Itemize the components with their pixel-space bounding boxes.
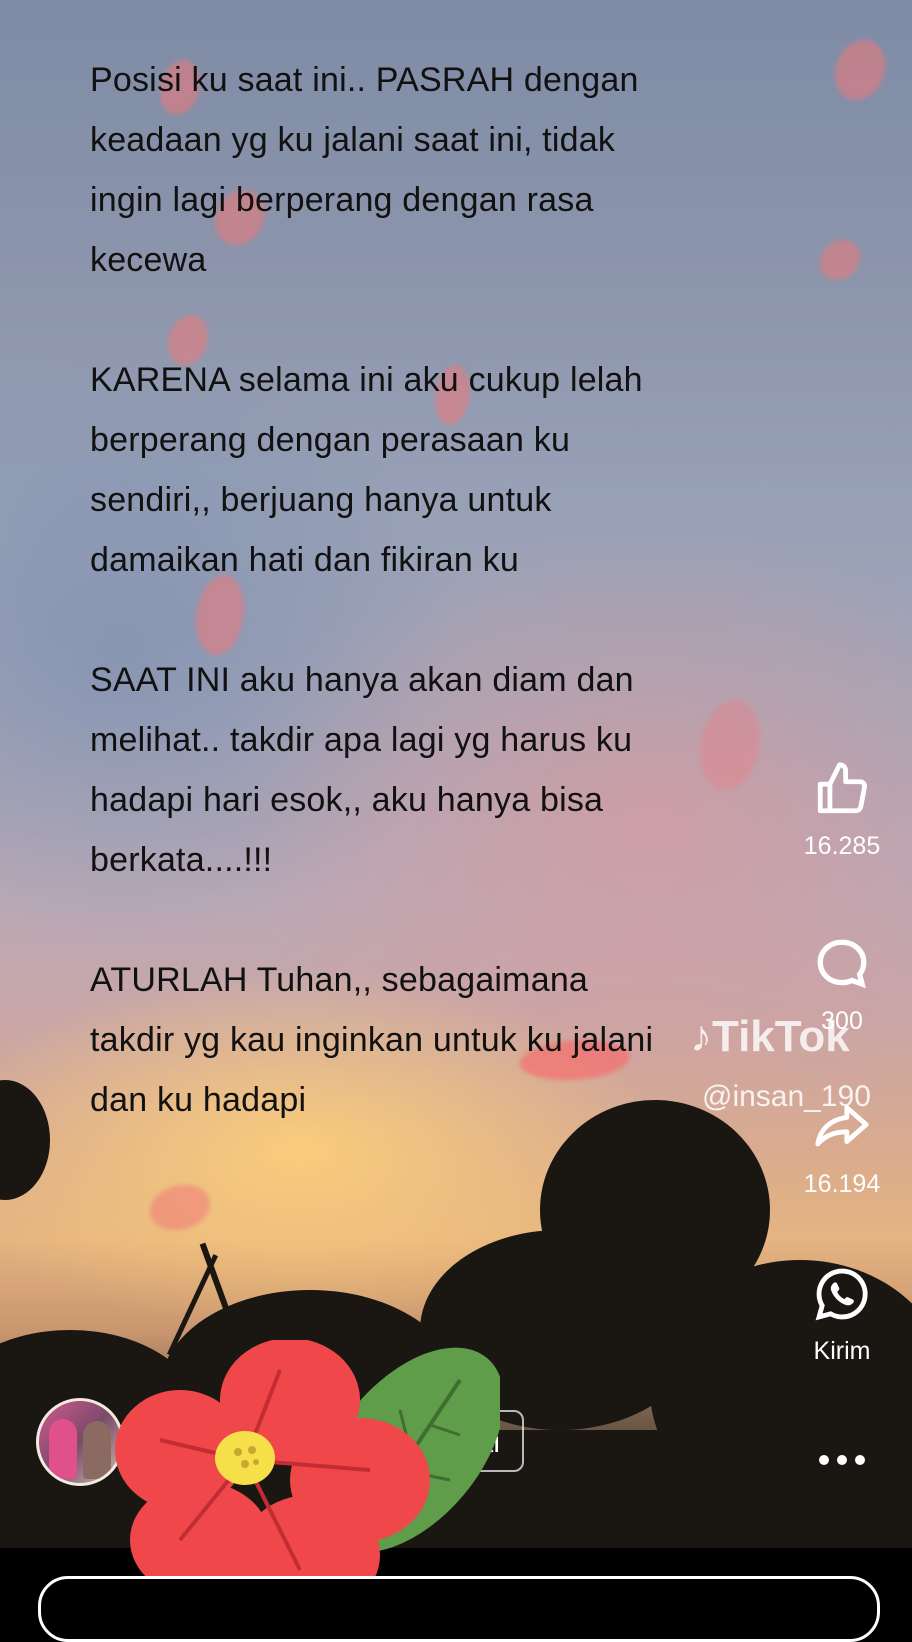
comment-action[interactable]: 300 (772, 935, 912, 1036)
share-arrow-icon[interactable] (811, 1098, 873, 1156)
text-line: KARENA selama ini aku cukup lelah (90, 361, 643, 399)
more-action[interactable] (772, 1452, 912, 1468)
like-action[interactable]: 16.285 (772, 760, 912, 861)
flower-sticker (115, 1340, 500, 1600)
text-line: ingin lagi berperang dengan rasa (90, 181, 594, 219)
text-paragraph: Posisi ku saat ini.. PASRAH dengan keada… (90, 50, 790, 290)
comment-count: 300 (821, 1007, 863, 1035)
text-line: hadapi hari esok,, aku hanya bisa (90, 781, 604, 819)
text-line: dan ku hadapi (90, 1081, 307, 1119)
decor-petal (150, 1185, 210, 1230)
whatsapp-send-action[interactable]: Kirim (772, 1265, 912, 1366)
whatsapp-icon[interactable] (813, 1265, 871, 1323)
more-dots-icon[interactable] (814, 1452, 870, 1468)
text-line: berperang dengan perasaan ku (90, 421, 571, 459)
avatar-figure (83, 1421, 111, 1479)
avatar-figure (49, 1419, 77, 1479)
text-paragraph: KARENA selama ini aku cukup lelah berper… (90, 350, 790, 590)
text-line: Posisi ku saat ini.. PASRAH dengan (90, 61, 639, 99)
share-count: 16.194 (803, 1170, 881, 1198)
text-line: berkata....!!! (90, 841, 273, 879)
like-count: 16.285 (803, 832, 881, 860)
decor-petal (835, 40, 885, 100)
text-line: keadaan yg ku jalani saat ini, tidak (90, 121, 616, 159)
text-line: melihat.. takdir apa lagi yg harus ku (90, 721, 633, 759)
tree-silhouette (0, 1080, 50, 1200)
text-line: ATURLAH Tuhan,, sebagaimana (90, 961, 589, 999)
text-paragraph: ATURLAH Tuhan,, sebagaimana takdir yg ka… (90, 950, 790, 1130)
comment-bubble-icon[interactable] (813, 935, 871, 993)
comment-input-bar[interactable] (38, 1576, 880, 1642)
text-line: sendiri,, berjuang hanya untuk (90, 481, 552, 519)
flower-center (215, 1431, 275, 1485)
post-text: Posisi ku saat ini.. PASRAH dengan keada… (90, 50, 790, 1190)
text-line: SAAT INI aku hanya akan diam dan (90, 661, 634, 699)
send-label: Kirim (813, 1337, 871, 1365)
decor-petal (820, 240, 860, 280)
text-paragraph: SAAT INI aku hanya akan diam dan melihat… (90, 650, 790, 890)
text-line: damaikan hati dan fikiran ku (90, 541, 519, 579)
tiktok-logo-icon: ♪ (690, 1012, 712, 1061)
text-line: kecewa (90, 241, 207, 279)
text-line: takdir yg kau inginkan untuk ku jalani (90, 1021, 654, 1059)
thumbs-up-icon[interactable] (813, 760, 871, 818)
share-action[interactable]: 16.194 (772, 1098, 912, 1199)
